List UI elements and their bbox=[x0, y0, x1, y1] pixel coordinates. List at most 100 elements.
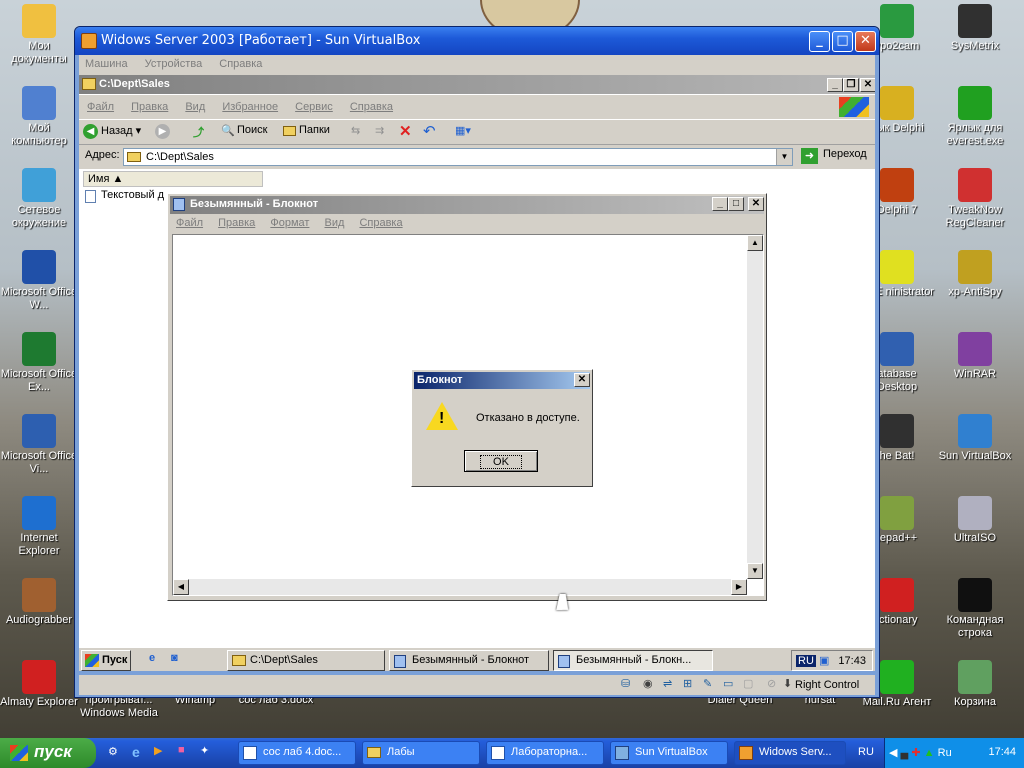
notepad-close-button[interactable]: ✕ bbox=[748, 197, 764, 211]
address-input[interactable]: C:\Dept\Sales ▼ bbox=[123, 148, 793, 166]
mouse-integration-icon[interactable]: ⊘ bbox=[767, 677, 776, 690]
scroll-down-button[interactable]: ▼ bbox=[747, 563, 763, 579]
desktop-icon[interactable]: Microsoft Office Vi... bbox=[0, 414, 78, 476]
ie-quicklaunch-icon[interactable]: e bbox=[132, 744, 140, 760]
menu-favorites[interactable]: Избранное bbox=[222, 101, 278, 113]
tray-language-icon[interactable]: Ru bbox=[938, 747, 952, 759]
desktop-icon[interactable]: Almaty Explorer bbox=[0, 660, 78, 709]
menu-help[interactable]: Справка bbox=[219, 58, 262, 70]
folder-icon[interactable]: ▭ bbox=[723, 677, 733, 690]
desktop-icon[interactable]: Мои документы bbox=[0, 4, 78, 66]
app-quicklaunch-icon-2[interactable]: ✦ bbox=[200, 744, 209, 757]
desktop-icon[interactable]: SysMetrix bbox=[936, 4, 1014, 53]
desktop-icon[interactable]: Корзина bbox=[936, 660, 1014, 709]
vertical-scrollbar[interactable]: ▲ ▼ bbox=[747, 235, 763, 579]
desktop-icon[interactable]: Сетевое окружение bbox=[0, 168, 78, 230]
guest-task-notepad-active[interactable]: Безымянный - Блокн... bbox=[553, 650, 713, 671]
host-task-doc[interactable]: Лабораторна... bbox=[486, 741, 604, 765]
scroll-up-button[interactable]: ▲ bbox=[747, 235, 763, 251]
shared-folder-icon[interactable]: ✎ bbox=[703, 677, 712, 690]
desktop-icon[interactable]: Ярлык для everest.exe bbox=[936, 86, 1014, 148]
menu-edit[interactable]: Правка bbox=[218, 217, 255, 229]
menu-help[interactable]: Справка bbox=[350, 101, 393, 113]
virtualbox-titlebar[interactable]: Widows Server 2003 [Работает] - Sun Virt… bbox=[75, 27, 879, 55]
search-button[interactable]: 🔍 Поиск bbox=[221, 124, 267, 137]
menu-file[interactable]: Файл bbox=[176, 217, 203, 229]
ie-quicklaunch-icon[interactable]: e bbox=[149, 652, 155, 664]
ok-button[interactable]: OK bbox=[464, 450, 538, 472]
start-button[interactable]: пуск bbox=[0, 738, 96, 768]
menu-devices[interactable]: Устройства bbox=[145, 58, 203, 70]
desktop-icon[interactable]: Командная строка bbox=[936, 578, 1014, 640]
network-icon[interactable]: ⊞ bbox=[683, 677, 692, 690]
vm-screen[interactable]: C:\Dept\Sales _ ❐ ✕ Файл Правка Вид Избр… bbox=[79, 75, 875, 671]
media-player-icon[interactable]: ▶ bbox=[154, 744, 162, 757]
language-indicator[interactable]: RU bbox=[796, 655, 816, 667]
undo-icon[interactable]: ↶ bbox=[423, 122, 436, 140]
guest-start-button[interactable]: Пуск bbox=[81, 650, 131, 671]
list-item[interactable]: Текстовый д bbox=[85, 189, 164, 203]
folders-button[interactable]: Папки bbox=[283, 124, 330, 136]
desktop-icon[interactable]: Microsoft Office W... bbox=[0, 250, 78, 312]
menu-edit[interactable]: Правка bbox=[131, 101, 168, 113]
menu-format[interactable]: Формат bbox=[270, 217, 309, 229]
menu-help[interactable]: Справка bbox=[359, 217, 402, 229]
guest-task-notepad[interactable]: Безымянный - Блокнот bbox=[389, 650, 549, 671]
tray-icon[interactable]: ✚ bbox=[911, 747, 920, 759]
menu-file[interactable]: Файл bbox=[87, 101, 114, 113]
explorer-restore-button[interactable]: ❐ bbox=[843, 78, 859, 92]
desktop-icon[interactable]: Sun VirtualBox bbox=[936, 414, 1014, 463]
hdd-icon[interactable]: ⛁ bbox=[621, 677, 630, 690]
up-folder-icon[interactable]: ⤴ bbox=[193, 124, 204, 140]
desktop-icon[interactable]: Audiograbber bbox=[0, 578, 78, 627]
host-task-word[interactable]: сос лаб 4.doc... bbox=[238, 741, 356, 765]
dialog-titlebar[interactable]: Блокнот ✕ bbox=[414, 372, 590, 389]
desktop-icon[interactable]: xp-AntiSpy bbox=[936, 250, 1014, 299]
horizontal-scrollbar[interactable]: ◀ ▶ bbox=[173, 579, 747, 595]
menu-view[interactable]: Вид bbox=[324, 217, 344, 229]
show-desktop-icon[interactable]: ⚙ bbox=[108, 745, 118, 758]
notepad-titlebar[interactable]: Безымянный - Блокнот _ □ ✕ bbox=[170, 196, 764, 214]
go-button[interactable]: ➜ Переход bbox=[801, 148, 867, 164]
forward-button[interactable]: ▶ bbox=[155, 124, 170, 139]
views-icon[interactable]: ▦▾ bbox=[455, 124, 471, 137]
explorer-minimize-button[interactable]: _ bbox=[827, 78, 843, 92]
desktop-icon[interactable]: Internet Explorer bbox=[0, 496, 78, 558]
dialog-close-button[interactable]: ✕ bbox=[574, 373, 590, 387]
copy-to-icon[interactable]: ⇉ bbox=[375, 124, 384, 137]
tray-icon[interactable]: ▄ bbox=[901, 747, 909, 759]
column-header-name[interactable]: Имя ▲ bbox=[83, 171, 263, 187]
close-button[interactable]: ✕ bbox=[855, 31, 876, 52]
notepad-minimize-button[interactable]: _ bbox=[712, 197, 728, 211]
menu-view[interactable]: Вид bbox=[185, 101, 205, 113]
guest-task-explorer[interactable]: C:\Dept\Sales bbox=[227, 650, 385, 671]
maximize-button[interactable]: □ bbox=[832, 31, 853, 52]
desktop-icon[interactable]: UltraISO bbox=[936, 496, 1014, 545]
host-task-folder[interactable]: Лабы bbox=[362, 741, 480, 765]
address-dropdown-button[interactable]: ▼ bbox=[776, 149, 792, 165]
keyboard-capture-icon[interactable]: ⬇ bbox=[783, 677, 792, 690]
scroll-right-button[interactable]: ▶ bbox=[731, 579, 747, 595]
app-quicklaunch-icon[interactable]: ■ bbox=[178, 744, 185, 756]
menu-tools[interactable]: Сервис bbox=[295, 101, 333, 113]
desktop-icon[interactable]: TweakNow RegCleaner bbox=[936, 168, 1014, 230]
host-task-virtualbox[interactable]: Sun VirtualBox bbox=[610, 741, 728, 765]
desktop-icon[interactable]: Microsoft Office Ex... bbox=[0, 332, 78, 394]
host-language-indicator[interactable]: RU bbox=[858, 746, 874, 758]
show-desktop-icon[interactable]: ◙ bbox=[171, 652, 178, 664]
tray-icon[interactable]: ◀ bbox=[889, 747, 897, 759]
desktop-icon[interactable]: WinRAR bbox=[936, 332, 1014, 381]
tray-icon[interactable]: ▲ bbox=[924, 747, 935, 759]
back-button[interactable]: ◀ Назад ▾ bbox=[83, 124, 141, 139]
host-task-vm[interactable]: Widows Serv... bbox=[734, 741, 846, 765]
explorer-titlebar[interactable]: C:\Dept\Sales _ ❐ ✕ bbox=[79, 75, 875, 95]
move-to-icon[interactable]: ⇆ bbox=[351, 124, 360, 137]
notepad-maximize-button[interactable]: □ bbox=[728, 197, 744, 211]
minimize-button[interactable]: _ bbox=[809, 31, 830, 52]
scroll-left-button[interactable]: ◀ bbox=[173, 579, 189, 595]
display-icon[interactable]: ▢ bbox=[743, 677, 753, 690]
delete-icon[interactable]: ✕ bbox=[399, 122, 412, 140]
menu-machine[interactable]: Машина bbox=[85, 58, 128, 70]
desktop-icon[interactable]: Мой компьютер bbox=[0, 86, 78, 148]
explorer-close-button[interactable]: ✕ bbox=[860, 78, 875, 92]
